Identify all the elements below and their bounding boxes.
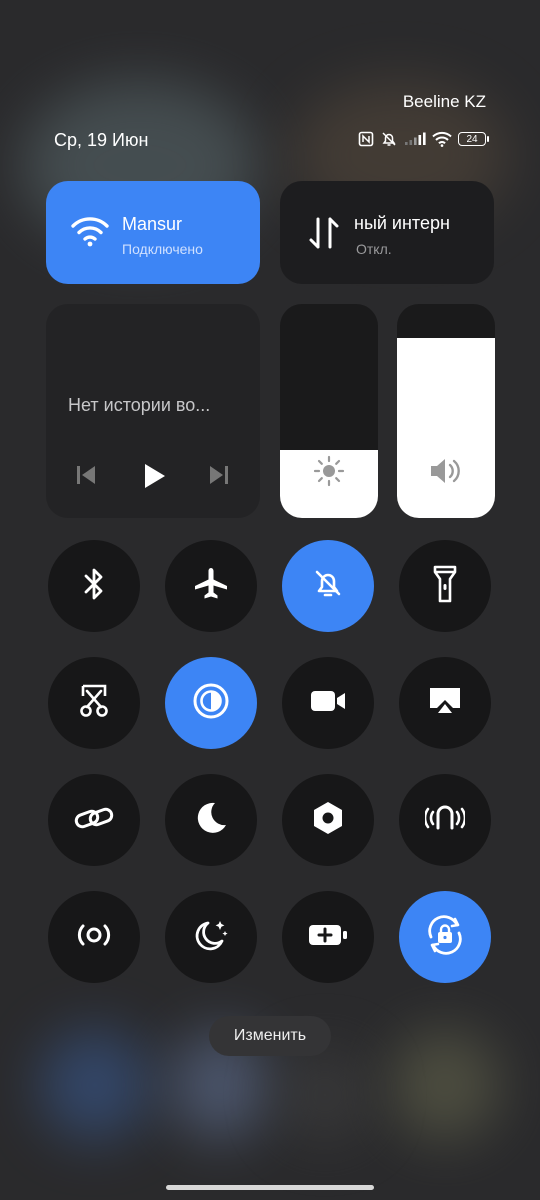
nfc-signal-icon xyxy=(423,804,467,837)
speaker-icon xyxy=(428,455,464,492)
volume-slider[interactable] xyxy=(397,304,495,518)
battery-saver-toggle[interactable] xyxy=(282,891,374,983)
nfc-icon xyxy=(358,131,374,147)
screen-record-toggle[interactable] xyxy=(282,657,374,749)
dnd-toggle[interactable] xyxy=(165,891,257,983)
flashlight-toggle[interactable] xyxy=(399,540,491,632)
reading-mode-icon xyxy=(192,682,230,725)
play-icon[interactable] xyxy=(141,462,167,495)
settings-toggle[interactable] xyxy=(282,774,374,866)
wifi-network-name: Mansur xyxy=(122,214,183,234)
home-indicator[interactable] xyxy=(166,1185,374,1190)
airplane-icon xyxy=(193,566,229,607)
silent-bell-icon xyxy=(311,567,345,606)
link-toggle[interactable] xyxy=(48,774,140,866)
rotation-lock-icon xyxy=(425,914,465,960)
scissors-icon xyxy=(77,683,111,724)
mobile-data-tile[interactable]: ный интерн Откл. xyxy=(280,181,494,284)
screen-cast-icon xyxy=(427,685,463,722)
hotspot-toggle[interactable] xyxy=(48,891,140,983)
rotation-lock-toggle[interactable] xyxy=(399,891,491,983)
data-arrows-icon xyxy=(308,215,340,256)
brightness-slider[interactable] xyxy=(280,304,378,518)
status-icons: 24 xyxy=(358,130,489,148)
screen-cast-toggle[interactable] xyxy=(399,657,491,749)
reading-mode-toggle[interactable] xyxy=(165,657,257,749)
mobile-data-name: ный интерн xyxy=(354,213,450,233)
hexagon-icon xyxy=(311,800,345,841)
moon-icon xyxy=(193,800,229,841)
wifi-tile[interactable]: Mansur Подключено xyxy=(46,181,260,284)
dark-mode-toggle[interactable] xyxy=(165,774,257,866)
bluetooth-toggle[interactable] xyxy=(48,540,140,632)
date-label: Ср, 19 Июн xyxy=(54,130,149,150)
edit-button[interactable]: Изменить xyxy=(209,1016,331,1056)
sun-icon xyxy=(313,455,345,492)
link-icon xyxy=(74,803,114,838)
media-message: Нет истории во... xyxy=(68,395,211,415)
screenshot-toggle[interactable] xyxy=(48,657,140,749)
nfc-signal-toggle[interactable] xyxy=(399,774,491,866)
hotspot-icon xyxy=(75,920,113,955)
battery-icon: 24 xyxy=(458,132,489,146)
wifi-status: Подключено xyxy=(122,241,203,257)
signal-icon xyxy=(404,132,426,146)
battery-plus-icon xyxy=(307,922,349,953)
silent-bell-icon xyxy=(380,130,398,148)
wifi-icon xyxy=(432,131,452,147)
airplane-toggle[interactable] xyxy=(165,540,257,632)
previous-track-icon[interactable] xyxy=(75,462,97,493)
next-track-icon[interactable] xyxy=(208,462,230,493)
moon-stars-icon xyxy=(192,917,230,958)
wifi-icon xyxy=(70,215,110,252)
bluetooth-icon xyxy=(79,566,109,607)
silent-toggle[interactable] xyxy=(282,540,374,632)
mobile-data-status: Откл. xyxy=(356,241,392,257)
flashlight-icon xyxy=(431,564,459,609)
carrier-name: Beeline KZ xyxy=(402,92,486,111)
video-camera-icon xyxy=(309,688,347,719)
